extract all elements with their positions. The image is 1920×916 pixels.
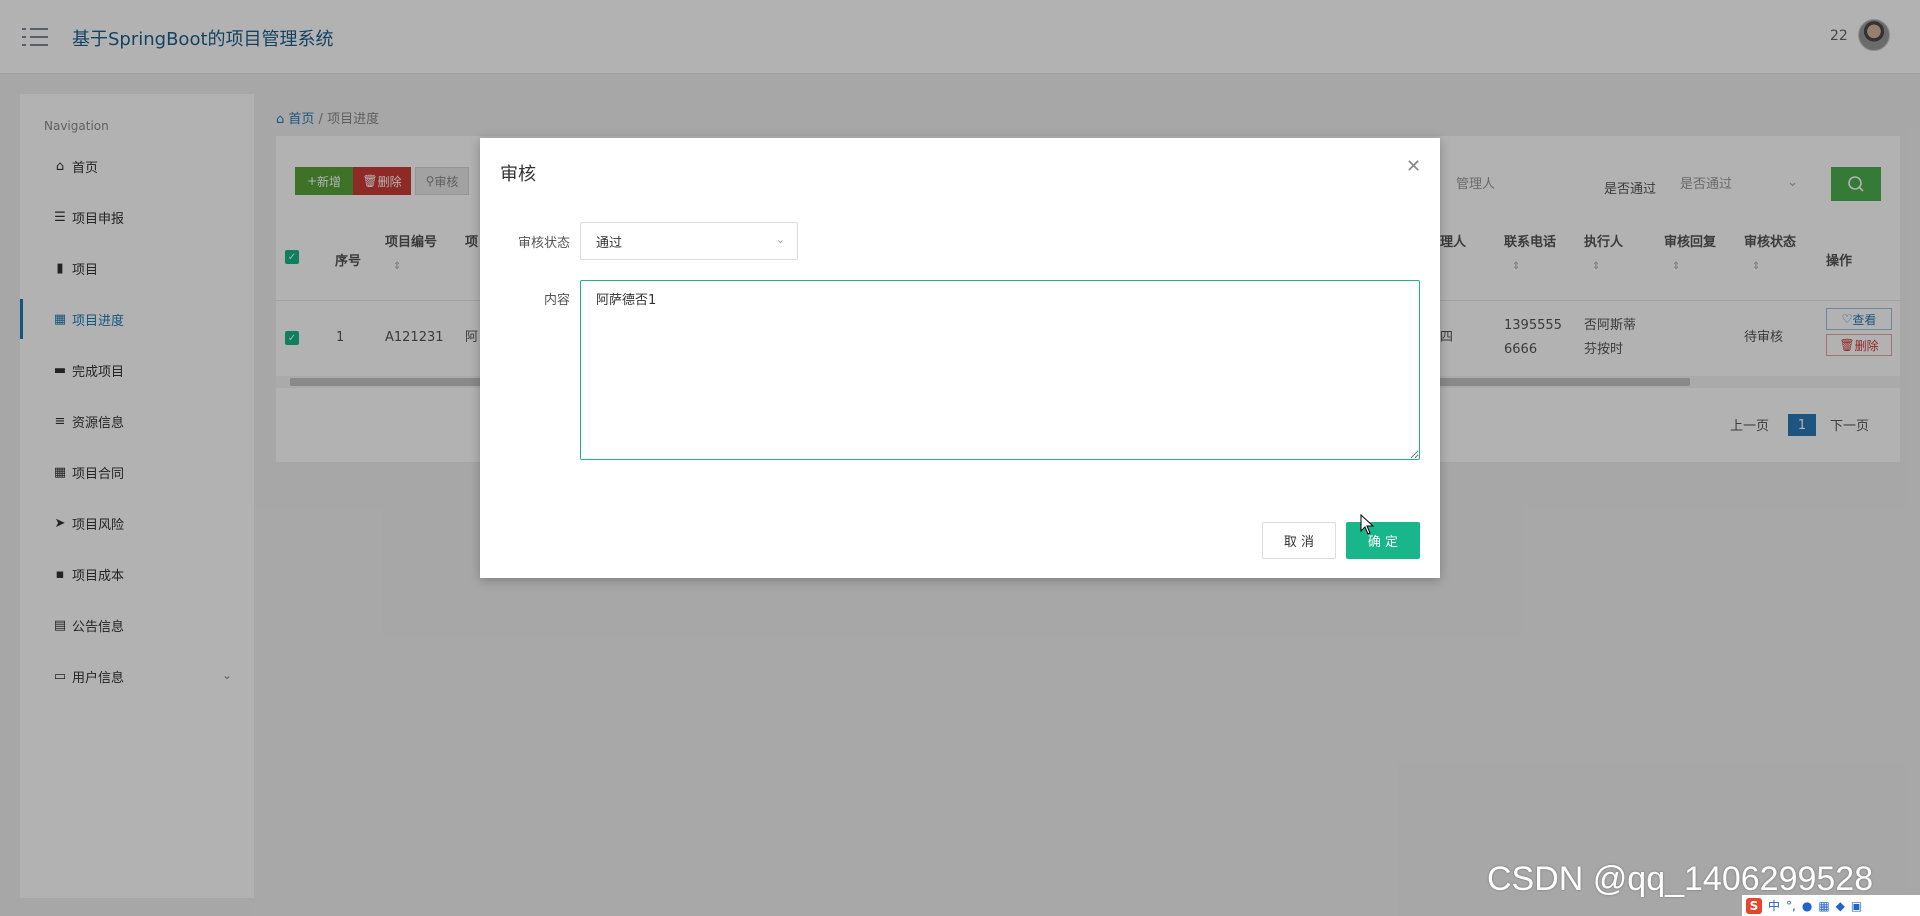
punctuation-mode[interactable]: °,	[1786, 899, 1796, 913]
watermark: CSDN @qq_1406299528	[1487, 860, 1874, 898]
content-textarea[interactable]: 阿萨德否1	[580, 280, 1420, 460]
dialog-title: 审核	[500, 164, 536, 185]
audit-dialog: 审核 ✕ 审核状态 通过 ⌄ 内容 阿萨德否1 取 消 确 定	[480, 138, 1440, 578]
mouse-cursor-icon	[1360, 514, 1375, 535]
microphone-icon[interactable]: ●	[1802, 899, 1812, 913]
content-label: 内容	[543, 293, 570, 308]
skin-icon[interactable]: ◆	[1836, 899, 1845, 913]
toolbox-icon[interactable]: ▣	[1851, 899, 1862, 913]
cancel-button[interactable]: 取 消	[1262, 522, 1336, 559]
confirm-button[interactable]: 确 定	[1346, 522, 1420, 559]
close-icon[interactable]: ✕	[1406, 156, 1421, 177]
keyboard-icon[interactable]: ▦	[1818, 899, 1829, 913]
status-label: 审核状态	[517, 236, 570, 251]
ime-mode[interactable]: 中	[1768, 897, 1780, 914]
ime-tray: S 中 °, ● ▦ ◆ ▣	[1742, 895, 1920, 916]
chevron-down-icon: ⌄	[775, 233, 785, 246]
status-select[interactable]: 通过 ⌄	[580, 222, 798, 260]
sogou-icon[interactable]: S	[1746, 897, 1762, 914]
